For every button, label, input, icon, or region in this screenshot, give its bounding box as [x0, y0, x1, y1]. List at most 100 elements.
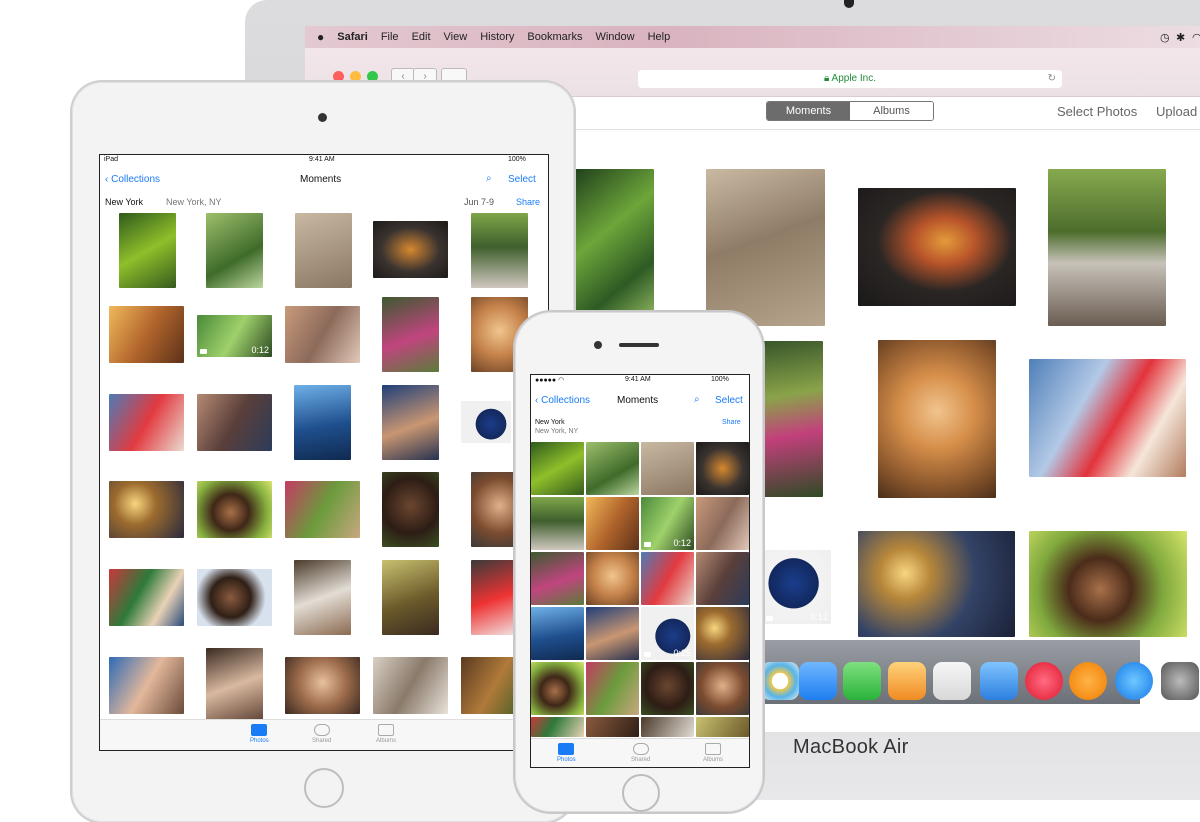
- menu-edit[interactable]: Edit: [412, 31, 431, 43]
- apple-menu-icon[interactable]: ●: [317, 30, 324, 44]
- ipad-back-button[interactable]: ‹ Collections: [105, 174, 160, 185]
- ipad-tab-albums[interactable]: Albums: [376, 724, 396, 744]
- zoom-window-button[interactable]: [367, 71, 378, 82]
- thumb[interactable]: [696, 442, 749, 495]
- app-menu-safari[interactable]: Safari: [337, 31, 368, 43]
- thumb[interactable]: [696, 552, 749, 605]
- thumb[interactable]: [294, 560, 351, 635]
- photo-apples[interactable]: [570, 169, 654, 329]
- thumb[interactable]: [382, 385, 439, 460]
- iphone-back-button[interactable]: ‹ Collections: [535, 395, 590, 406]
- keynote-icon[interactable]: [980, 662, 1018, 700]
- thumb[interactable]: [295, 213, 352, 288]
- wifi-icon[interactable]: ◠: [1192, 31, 1200, 44]
- thumb[interactable]: [586, 552, 639, 605]
- app-store-icon[interactable]: [1115, 662, 1153, 700]
- itunes-icon[interactable]: [1025, 662, 1063, 700]
- thumb[interactable]: 0:12: [641, 497, 694, 550]
- photo-flowers[interactable]: [763, 341, 823, 497]
- segment-moments[interactable]: Moments: [767, 102, 850, 120]
- thumb[interactable]: [382, 472, 439, 547]
- time-machine-icon[interactable]: ◷: [1160, 31, 1170, 44]
- photo-grill[interactable]: [858, 188, 1016, 306]
- iphone-tab-photos[interactable]: Photos: [557, 743, 576, 763]
- thumb[interactable]: [586, 662, 639, 715]
- ibooks-icon[interactable]: [1069, 662, 1107, 700]
- thumb[interactable]: [285, 306, 360, 363]
- thumb[interactable]: [696, 717, 749, 737]
- thumb[interactable]: [696, 607, 749, 660]
- numbers-icon[interactable]: [933, 662, 971, 700]
- minimize-window-button[interactable]: [350, 71, 361, 82]
- thumb[interactable]: [197, 569, 272, 626]
- thumb[interactable]: [109, 394, 184, 451]
- segment-albums[interactable]: Albums: [850, 102, 933, 120]
- pages-icon[interactable]: [888, 662, 926, 700]
- thumb[interactable]: [696, 497, 749, 550]
- system-preferences-icon[interactable]: [1161, 662, 1199, 700]
- bluetooth-icon[interactable]: ✱: [1176, 31, 1185, 44]
- photo-wood-shadow[interactable]: [706, 169, 825, 326]
- thumb[interactable]: [109, 306, 184, 363]
- thumb[interactable]: 0:25: [641, 607, 694, 660]
- iphone-tab-albums[interactable]: Albums: [703, 743, 723, 763]
- thumb[interactable]: [641, 442, 694, 495]
- thumb[interactable]: [294, 385, 351, 460]
- thumb[interactable]: [109, 481, 184, 538]
- thumb[interactable]: [471, 213, 528, 288]
- thumb[interactable]: [373, 657, 448, 714]
- thumb[interactable]: [531, 552, 584, 605]
- thumb[interactable]: [382, 297, 439, 372]
- menu-help[interactable]: Help: [648, 31, 671, 43]
- thumb[interactable]: [586, 497, 639, 550]
- menu-history[interactable]: History: [480, 31, 514, 43]
- thumb[interactable]: [531, 607, 584, 660]
- thumb[interactable]: [531, 442, 584, 495]
- upload-button[interactable]: Upload: [1156, 104, 1197, 119]
- thumb[interactable]: [382, 560, 439, 635]
- photo-watermelon[interactable]: [1029, 359, 1186, 477]
- photo-string-lights[interactable]: [858, 531, 1015, 637]
- thumb[interactable]: 0:12: [197, 315, 272, 357]
- thumb[interactable]: [373, 221, 448, 278]
- menu-bookmarks[interactable]: Bookmarks: [527, 31, 582, 43]
- thumb[interactable]: [586, 442, 639, 495]
- thumb[interactable]: [531, 497, 584, 550]
- thumb[interactable]: [586, 717, 639, 737]
- close-window-button[interactable]: [333, 71, 344, 82]
- messages-icon[interactable]: [799, 662, 837, 700]
- thumb[interactable]: [197, 394, 272, 451]
- menu-file[interactable]: File: [381, 31, 399, 43]
- iphone-moment-sublocation[interactable]: New York, NY: [535, 428, 578, 435]
- thumb[interactable]: [531, 662, 584, 715]
- search-icon[interactable]: ⌕: [694, 394, 700, 405]
- thumb[interactable]: [109, 569, 184, 626]
- thumb[interactable]: [206, 648, 263, 723]
- ipad-tab-photos[interactable]: Photos: [250, 724, 269, 744]
- thumb[interactable]: [531, 717, 584, 737]
- iphone-home-button[interactable]: [622, 774, 660, 812]
- photo-woman-garden[interactable]: [1048, 169, 1166, 326]
- thumb[interactable]: [197, 481, 272, 538]
- thumb[interactable]: [461, 401, 511, 443]
- iphone-share-button[interactable]: Share: [722, 419, 741, 426]
- photos-app-icon[interactable]: [761, 662, 799, 700]
- photo-curly-hair[interactable]: [1029, 531, 1187, 637]
- photo-lantern-video[interactable]: 0:12: [763, 550, 831, 624]
- thumb[interactable]: [206, 213, 263, 288]
- thumb[interactable]: [641, 552, 694, 605]
- thumb[interactable]: [696, 662, 749, 715]
- photo-woman-smile[interactable]: [878, 340, 996, 498]
- thumb[interactable]: [641, 717, 694, 737]
- ipad-share-button[interactable]: Share: [516, 197, 540, 207]
- search-icon[interactable]: ⌕: [486, 173, 492, 184]
- ipad-select-button[interactable]: Select: [508, 174, 536, 185]
- thumb[interactable]: [109, 657, 184, 714]
- ipad-tab-shared[interactable]: Shared: [312, 724, 331, 744]
- ipad-home-button[interactable]: [304, 768, 344, 808]
- reload-icon[interactable]: ↻: [1048, 70, 1056, 88]
- iphone-select-button[interactable]: Select: [715, 395, 743, 406]
- iphone-tab-shared[interactable]: Shared: [631, 743, 650, 763]
- facetime-icon[interactable]: [843, 662, 881, 700]
- thumb[interactable]: [285, 657, 360, 714]
